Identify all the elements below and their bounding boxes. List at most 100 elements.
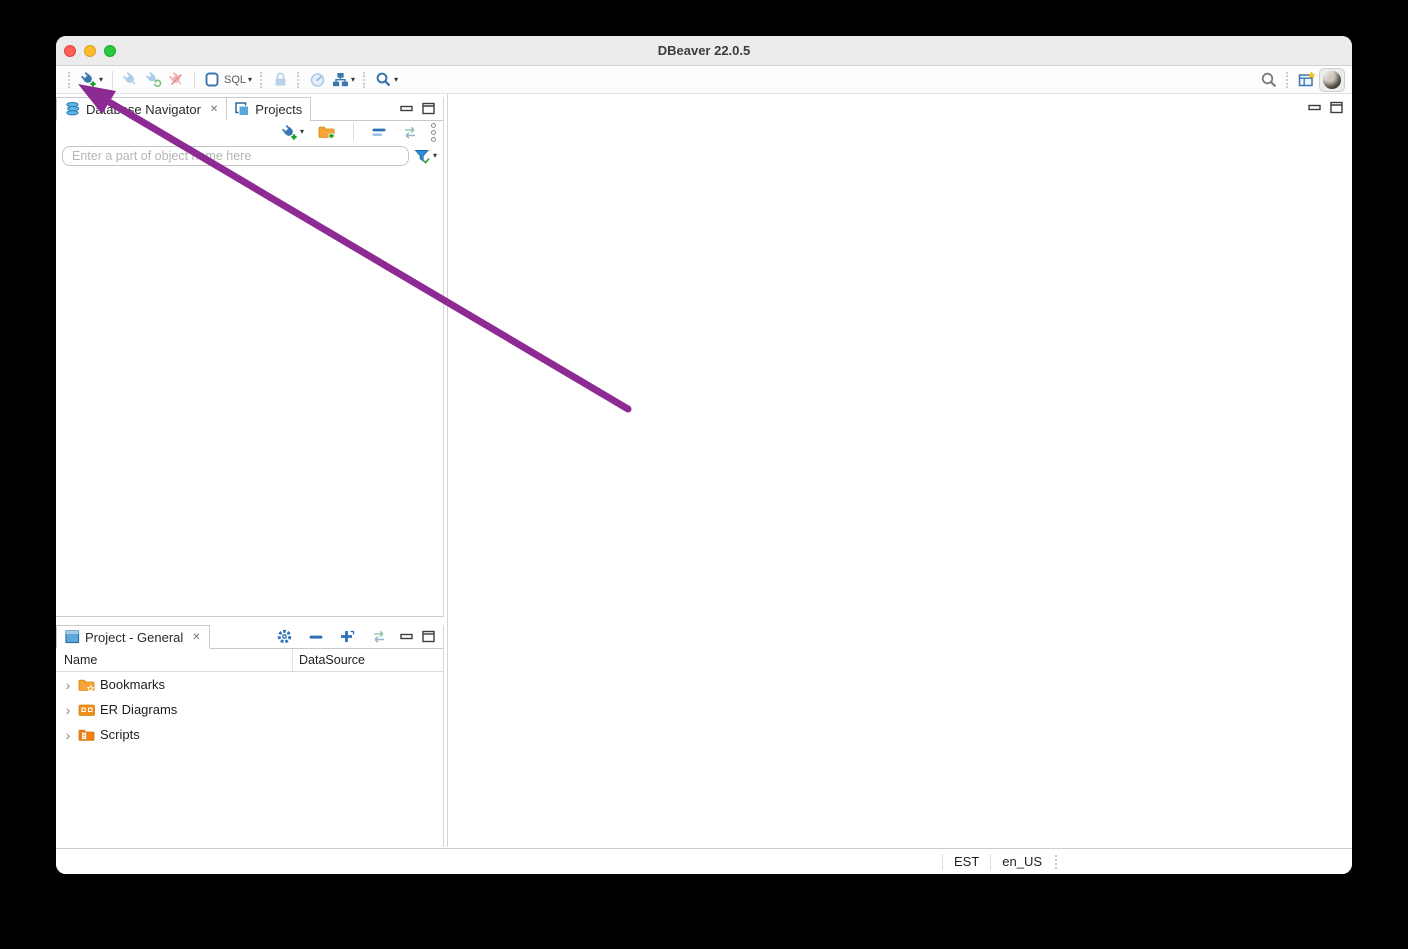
tab-label: Projects — [255, 102, 303, 117]
project-expand-all-button[interactable] — [336, 627, 358, 647]
toolbar-divider — [112, 70, 114, 89]
project-table-header: Name DataSource — [56, 649, 443, 672]
search-icon — [376, 72, 391, 87]
status-drag-handle — [1055, 854, 1059, 869]
caret-down-icon: ▾ — [432, 151, 437, 160]
projects-icon — [235, 102, 250, 116]
lock-button[interactable] — [269, 69, 292, 90]
user-account-button[interactable] — [1319, 67, 1345, 92]
minimize-panel-icon[interactable] — [400, 102, 413, 115]
folder-plus-icon — [318, 126, 335, 139]
collapse-all-button[interactable] — [368, 122, 390, 142]
nav-new-connection-button[interactable]: ▾ — [278, 122, 307, 143]
topology-icon — [333, 73, 349, 87]
connect-button[interactable] — [119, 69, 142, 90]
lock-icon — [275, 72, 286, 86]
filter-button[interactable]: ▾ — [414, 148, 437, 165]
caret-down-icon: ▾ — [299, 127, 304, 136]
project-settings-button[interactable] — [273, 626, 296, 647]
toolbar-separator — [1286, 71, 1290, 88]
close-tab-icon[interactable]: ✕ — [210, 104, 218, 115]
dbeaver-window: DBeaver 22.0.5 ▾ SQL ▾ ▾ ▾ Database Navi… — [56, 36, 1352, 874]
window-title: DBeaver 22.0.5 — [657, 43, 751, 58]
tree-item-label: ER Diagrams — [100, 702, 178, 717]
tab-projects[interactable]: Projects — [227, 97, 312, 121]
gauge-icon — [310, 73, 325, 87]
perspective-icon — [1298, 71, 1316, 87]
minimize-panel-icon[interactable] — [400, 630, 413, 643]
toolbar-separator — [363, 71, 367, 88]
sql-editor-button[interactable]: SQL ▾ — [201, 69, 255, 90]
open-perspective-button[interactable] — [1295, 69, 1319, 90]
plug-icon — [123, 71, 136, 85]
tree-row-bookmarks[interactable]: › Bookmarks — [56, 672, 443, 697]
toolbar-separator — [297, 71, 301, 88]
new-connection-button[interactable]: ▾ — [77, 69, 106, 90]
disconnect-button[interactable] — [165, 69, 188, 90]
minimize-editor-icon[interactable] — [1308, 101, 1321, 114]
tab-label: Project - General — [85, 629, 184, 645]
network-button[interactable]: ▾ — [329, 69, 358, 90]
tree-row-scripts[interactable]: › Scripts — [56, 722, 443, 747]
navigator-search-row: ▾ — [56, 143, 443, 169]
tab-label: Database Navigator — [86, 101, 201, 117]
project-link-editor-button[interactable] — [367, 627, 391, 646]
project-tree: › Bookmarks › ER Diagrams › Scripts — [56, 672, 443, 847]
tab-project-general[interactable]: Project - General ✕ — [56, 625, 210, 649]
plug-refresh-icon — [145, 71, 162, 88]
dashboard-button[interactable] — [306, 69, 329, 90]
database-stack-icon — [66, 102, 80, 116]
status-bar: EST en_US — [56, 848, 1352, 874]
link-with-editor-button[interactable] — [398, 123, 422, 142]
database-navigator-panel: Database Navigator ✕ Projects ▾ Enter a … — [56, 97, 444, 617]
titlebar: DBeaver 22.0.5 — [56, 36, 1352, 66]
project-tab-row: Project - General ✕ — [56, 625, 443, 649]
filter-funnel-icon — [414, 149, 430, 164]
timezone-indicator[interactable]: EST — [943, 854, 990, 869]
chevron-right-icon[interactable]: › — [62, 703, 74, 717]
main-toolbar: ▾ SQL ▾ ▾ ▾ — [56, 66, 1352, 94]
tab-database-navigator[interactable]: Database Navigator ✕ — [56, 97, 228, 121]
collapse-all-icon — [372, 128, 386, 136]
caret-down-icon: ▾ — [248, 74, 253, 84]
column-header-datasource[interactable]: DataSource — [293, 649, 443, 671]
maximize-panel-icon[interactable] — [422, 630, 435, 643]
chevron-right-icon[interactable]: › — [62, 728, 74, 742]
project-view-icon — [65, 630, 80, 644]
navigator-tab-row: Database Navigator ✕ Projects — [56, 97, 443, 121]
bookmarks-folder-icon — [78, 679, 95, 692]
tree-row-er-diagrams[interactable]: › ER Diagrams — [56, 697, 443, 722]
view-menu-button[interactable] — [430, 122, 437, 143]
quick-search-button[interactable] — [1257, 69, 1281, 91]
new-folder-button[interactable] — [315, 122, 339, 142]
editor-area[interactable] — [447, 94, 1352, 847]
scripts-folder-icon — [78, 729, 95, 741]
caret-down-icon: ▾ — [351, 74, 356, 84]
toolbar-drag-handle — [68, 71, 72, 88]
object-search-input[interactable] — [62, 146, 409, 166]
db-search-button[interactable]: ▾ — [372, 69, 401, 90]
sql-label: SQL — [224, 73, 247, 86]
reconnect-button[interactable] — [142, 69, 165, 90]
project-general-panel: Project - General ✕ Name DataSource › Bo… — [56, 625, 444, 847]
sql-script-icon — [205, 72, 219, 87]
collapse-minus-icon — [309, 635, 323, 639]
gear-icon — [277, 629, 292, 644]
locale-indicator[interactable]: en_US — [991, 854, 1053, 869]
chevron-right-icon[interactable]: › — [62, 678, 74, 692]
close-tab-icon[interactable]: ✕ — [192, 632, 200, 643]
maximize-panel-icon[interactable] — [422, 102, 435, 115]
tree-item-label: Bookmarks — [100, 677, 166, 692]
er-diagram-icon — [78, 704, 95, 716]
link-arrows-icon — [405, 126, 415, 139]
column-header-name[interactable]: Name — [56, 649, 293, 671]
left-panel-column: Database Navigator ✕ Projects ▾ Enter a … — [56, 97, 444, 847]
plug-plus-icon — [281, 124, 298, 140]
caret-down-icon: ▾ — [394, 74, 399, 84]
project-collapse-all-button[interactable] — [305, 627, 327, 647]
maximize-editor-icon[interactable] — [1330, 101, 1343, 114]
toolbar-divider — [353, 123, 354, 141]
plug-plus-icon — [80, 71, 97, 88]
toolbar-divider — [194, 70, 196, 89]
navigator-tree-area[interactable] — [56, 169, 443, 616]
